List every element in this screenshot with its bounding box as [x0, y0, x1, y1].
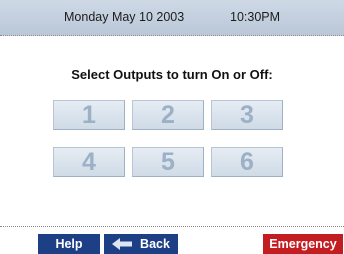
- left-arrow-icon: [112, 238, 133, 250]
- output-button-2[interactable]: 2: [132, 100, 204, 130]
- back-button[interactable]: Back: [104, 234, 178, 254]
- help-button-label: Help: [55, 237, 83, 251]
- help-button[interactable]: Help: [38, 234, 100, 254]
- emergency-button-label: Emergency: [269, 237, 337, 251]
- status-bar: Monday May 10 2003 10:30PM: [0, 0, 344, 36]
- emergency-button[interactable]: Emergency: [263, 234, 343, 254]
- status-time: 10:30PM: [230, 10, 281, 24]
- output-grid: 1 2 3 4 5 6: [0, 100, 344, 190]
- output-button-1[interactable]: 1: [53, 100, 125, 130]
- status-date: Monday May 10 2003: [64, 10, 185, 24]
- instruction-text: Select Outputs to turn On or Off:: [71, 67, 273, 82]
- output-button-5[interactable]: 5: [132, 147, 204, 177]
- output-button-4[interactable]: 4: [53, 147, 125, 177]
- output-button-3[interactable]: 3: [211, 100, 283, 130]
- footer-bar: Help Back Emergency: [0, 226, 344, 254]
- back-button-label: Back: [140, 237, 170, 251]
- output-button-6[interactable]: 6: [211, 147, 283, 177]
